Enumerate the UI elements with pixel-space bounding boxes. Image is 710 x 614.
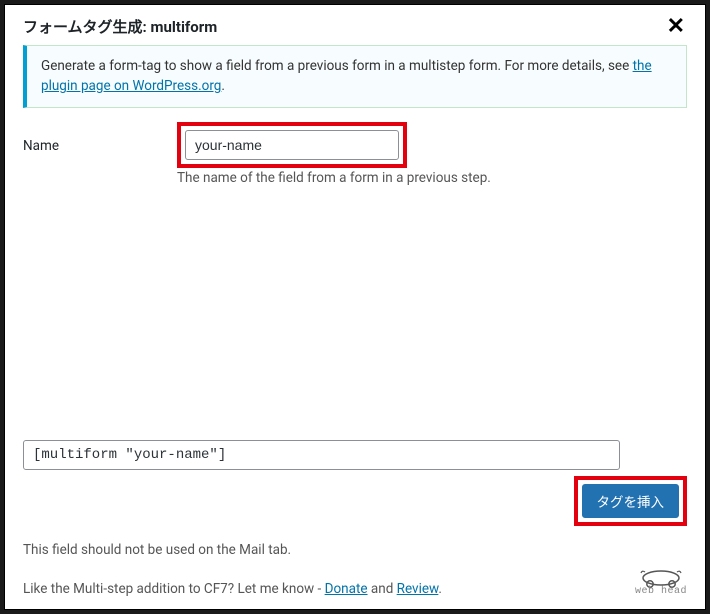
name-label: Name — [23, 122, 163, 154]
promo-after: . — [438, 581, 442, 597]
insert-tag-button[interactable]: タグを挿入 — [582, 484, 680, 518]
mail-tab-note: This field should not be used on the Mai… — [23, 542, 687, 558]
bottom-row: Like the Multi-step addition to CF7? Let… — [23, 568, 687, 597]
close-button[interactable]: ✕ — [665, 15, 687, 37]
logo-text: web head — [635, 586, 687, 597]
insert-row: タグを挿入 — [23, 476, 687, 526]
name-input[interactable] — [185, 130, 399, 160]
webhead-logo: web head — [635, 568, 687, 597]
name-help-text: The name of the field from a form in a p… — [177, 170, 687, 186]
info-box: Generate a form-tag to show a field from… — [23, 45, 687, 108]
review-link[interactable]: Review — [397, 581, 439, 597]
promo-before: Like the Multi-step addition to CF7? Let… — [23, 581, 325, 597]
info-text-before: Generate a form-tag to show a field from… — [41, 58, 633, 74]
insert-highlight: タグを挿入 — [574, 476, 688, 526]
spacer — [23, 186, 687, 427]
modal-header: フォームタグ生成: multiform ✕ — [5, 5, 705, 45]
donate-link[interactable]: Donate — [325, 581, 368, 597]
promo-text: Like the Multi-step addition to CF7? Let… — [23, 581, 442, 597]
name-input-col: The name of the field from a form in a p… — [177, 122, 687, 186]
car-icon — [639, 568, 683, 588]
name-highlight — [177, 122, 407, 168]
tag-output[interactable] — [23, 440, 620, 470]
footer-area: タグを挿入 This field should not be used on t… — [5, 430, 705, 609]
name-row: Name The name of the field from a form i… — [23, 122, 687, 186]
form-tag-generator-modal: フォームタグ生成: multiform ✕ Generate a form-ta… — [4, 4, 706, 610]
modal-body: Generate a form-tag to show a field from… — [5, 45, 705, 430]
close-icon: ✕ — [667, 13, 685, 38]
promo-and: and — [368, 581, 397, 597]
info-text-after: . — [221, 78, 225, 94]
modal-title: フォームタグ生成: multiform — [23, 16, 217, 37]
